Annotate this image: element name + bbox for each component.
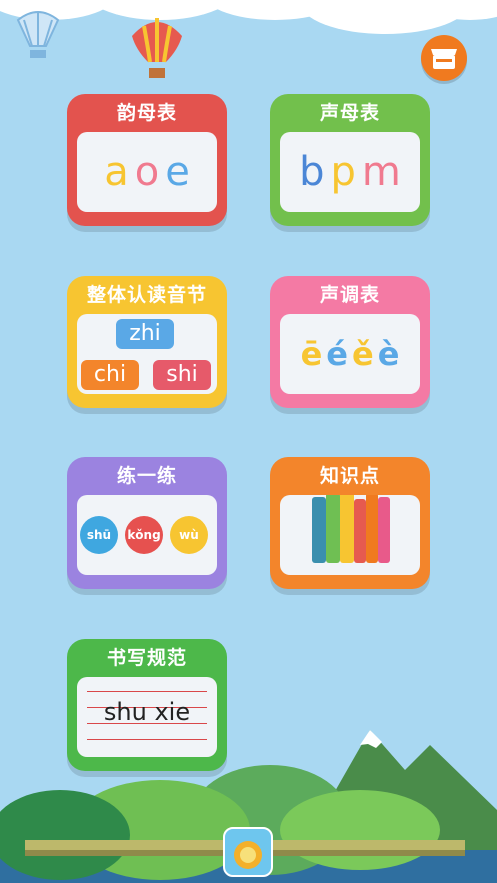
lion-math-icon[interactable] <box>223 827 273 877</box>
word-shu: shū <box>80 516 118 554</box>
word-wu: wù <box>170 516 208 554</box>
tone-1: ē <box>300 335 323 373</box>
syllable-shi: shi <box>153 360 211 390</box>
tone-4: è <box>377 335 400 373</box>
hot-air-balloon-red-icon <box>132 18 182 78</box>
tone-2: é <box>326 335 348 373</box>
shengmu-panel: b p m <box>280 132 420 212</box>
zhishidian-title: 知识点 <box>319 465 380 487</box>
lianyilian-card[interactable]: 练一练 shū kǒng wù <box>67 457 227 589</box>
hot-air-balloon-blue-icon <box>16 11 60 58</box>
yunmu-title: 韵母表 <box>116 102 177 124</box>
letter-b: b <box>299 149 325 195</box>
zhishidian-card[interactable]: 知识点 <box>270 457 430 589</box>
shengdiao-panel: ē é ě è <box>280 314 420 394</box>
shengmu-card[interactable]: 声母表 b p m <box>270 94 430 226</box>
zhengti-panel: zhi chi shi <box>77 314 217 394</box>
tone-3: ě <box>352 335 374 373</box>
shengmu-title: 声母表 <box>319 102 380 124</box>
syllable-zhi: zhi <box>116 319 174 349</box>
yunmu-panel: a o e <box>77 132 217 212</box>
letter-e: e <box>165 149 190 195</box>
zhengti-title: 整体认读音节 <box>86 284 207 306</box>
shengdiao-card[interactable]: 声调表 ē é ě è <box>270 276 430 408</box>
letter-m: m <box>361 149 401 195</box>
lianyilian-panel: shū kǒng wù <box>77 495 217 575</box>
zhengti-card[interactable]: 整体认读音节 zhi chi shi <box>67 276 227 408</box>
word-kong: kǒng <box>125 516 163 554</box>
shengdiao-title: 声调表 <box>319 284 380 306</box>
lianyilian-title: 练一练 <box>116 465 177 487</box>
store-button[interactable] <box>421 35 467 81</box>
zhishidian-panel <box>280 495 420 575</box>
syllable-chi: chi <box>81 360 139 390</box>
letter-o: o <box>134 149 160 195</box>
shuxie-title: 书写规范 <box>106 647 187 669</box>
letter-p: p <box>330 149 356 195</box>
letter-a: a <box>104 149 129 195</box>
yunmu-card[interactable]: 韵母表 a o e <box>67 94 227 226</box>
store-icon <box>431 49 457 69</box>
